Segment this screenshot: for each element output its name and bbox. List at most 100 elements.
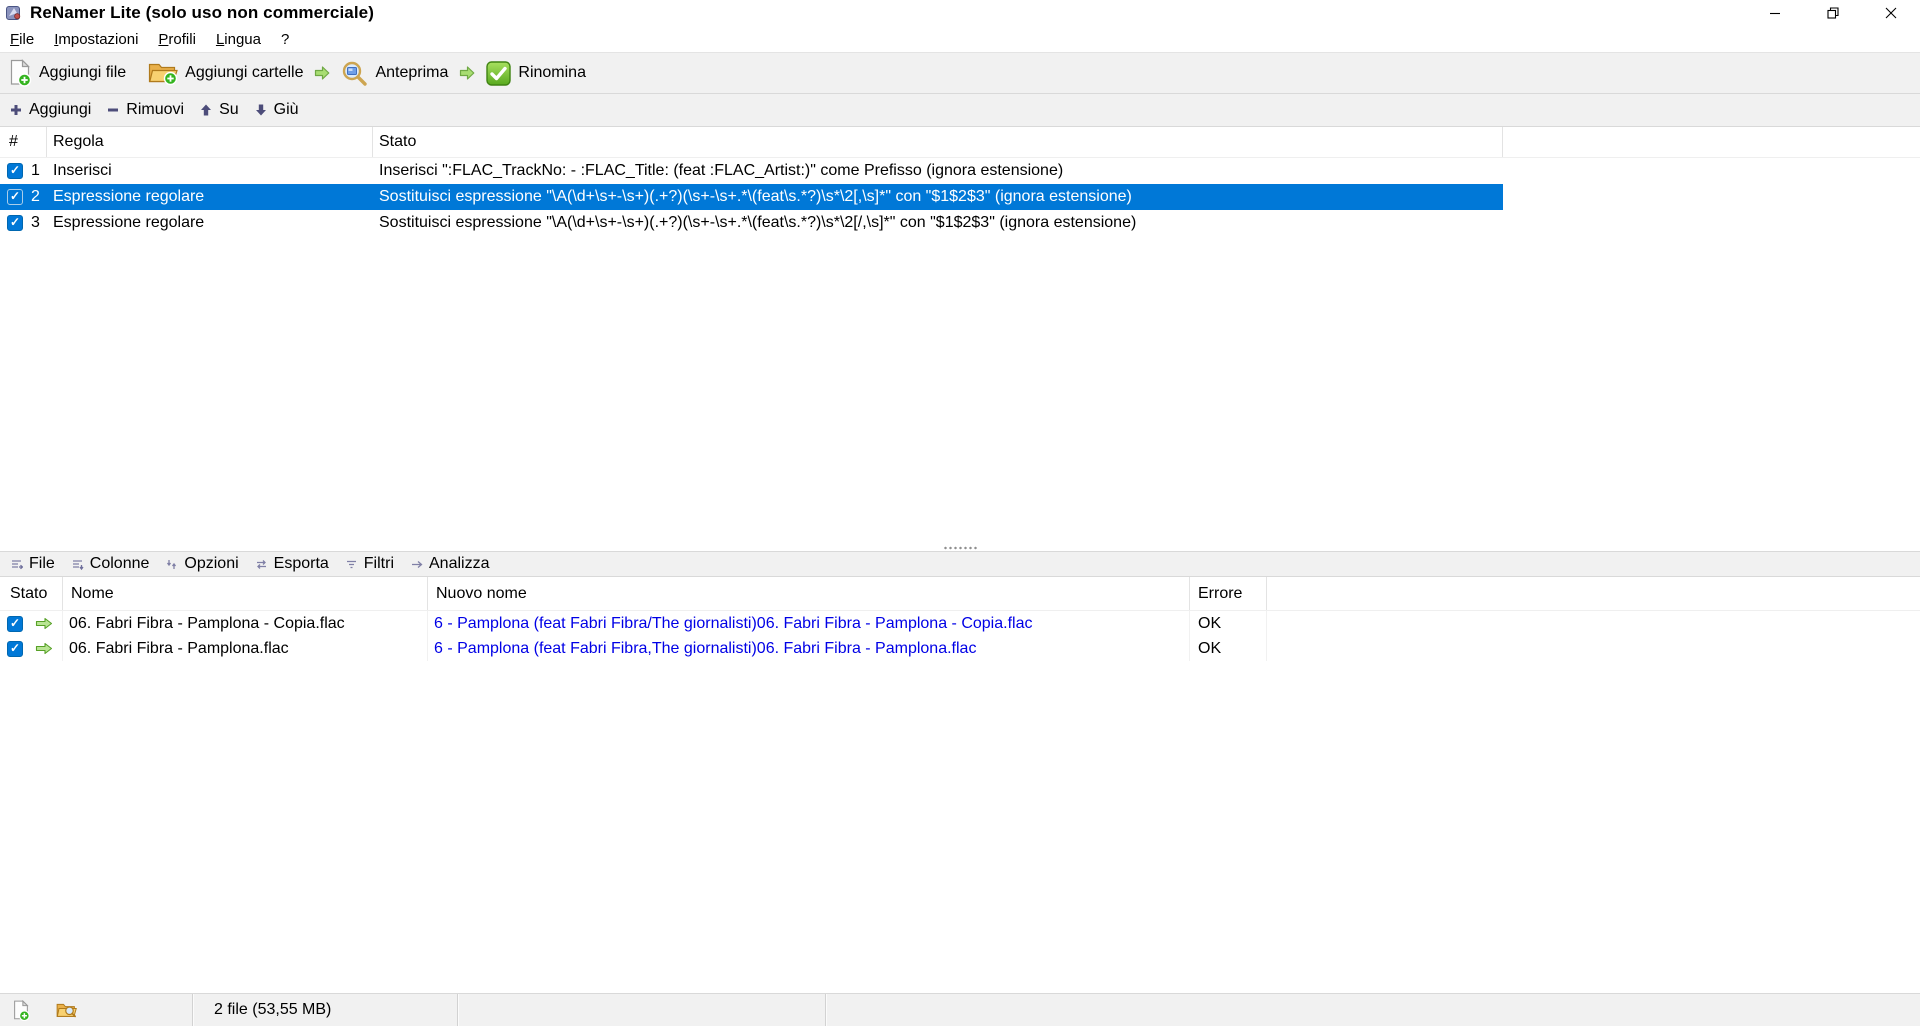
options-menu-icon (165, 558, 178, 571)
rule-checkbox[interactable] (7, 163, 23, 179)
minimize-button[interactable] (1746, 0, 1804, 26)
file-name: 06. Fabri Fibra - Pamplona - Copia.flac (63, 611, 428, 636)
file-error: OK (1190, 636, 1267, 661)
rule-name: Inserisci (53, 162, 112, 179)
files-header-filler (1267, 577, 1920, 610)
rule-remove-label: Rimuovi (126, 101, 185, 118)
restore-button[interactable] (1804, 0, 1862, 26)
statusbar-summary-pane: 2 file (53,55 MB) (194, 994, 457, 1026)
preview-button[interactable]: Anteprima (335, 56, 454, 91)
rule-down-button[interactable]: Giù (247, 97, 307, 123)
rule-status: Inserisci ":FLAC_TrackNo: - :FLAC_Title:… (379, 162, 1064, 179)
files-menu-opzioni-button[interactable]: Opzioni (157, 553, 246, 575)
rule-number: 3 (31, 214, 40, 231)
rename-label: Rinomina (518, 64, 586, 81)
add-folder-icon (148, 60, 178, 86)
rules-col-status[interactable]: Stato (373, 127, 1503, 157)
files-menu-file-button[interactable]: File (2, 553, 63, 575)
rules-col-num[interactable]: # (0, 127, 47, 157)
rule-name: Espressione regolare (53, 214, 205, 231)
columns-menu-icon (71, 558, 84, 571)
rule-row-selected[interactable]: 2 Espressione regolare Sostituisci espre… (0, 184, 1503, 210)
file-new-name: 6 - Pamplona (feat Fabri Fibra/The giorn… (428, 611, 1190, 636)
arrow-down-icon (255, 104, 267, 116)
file-row[interactable]: 06. Fabri Fibra - Pamplona.flac 6 - Pamp… (0, 636, 1920, 661)
statusbar: 2 file (53,55 MB) (0, 993, 1920, 1026)
files-menu-colonne-label: Colonne (89, 555, 150, 572)
rules-col-rule[interactable]: Regola (47, 127, 373, 157)
rename-check-icon (486, 60, 512, 86)
preview-magnifier-icon (341, 60, 368, 87)
preview-label: Anteprima (375, 64, 449, 81)
file-checkbox[interactable] (7, 615, 23, 632)
statusbar-separator (825, 994, 827, 1026)
flow-arrow-icon (313, 64, 331, 82)
rule-remove-button[interactable]: Rimuovi (99, 97, 192, 123)
files-menu-filtri-label: Filtri (363, 555, 394, 572)
rule-add-label: Aggiungi (29, 101, 92, 118)
files-col-nome[interactable]: Nome (63, 577, 428, 610)
file-menu-icon (10, 558, 23, 571)
statusbar-empty-pane (459, 994, 825, 1026)
rule-checkbox[interactable] (7, 215, 23, 231)
rename-status-arrow-icon (35, 642, 53, 655)
window-controls (1746, 0, 1920, 26)
search-folder-icon[interactable] (56, 1001, 77, 1019)
window-title: ReNamer Lite (solo uso non commerciale) (30, 3, 374, 22)
minus-icon (107, 104, 119, 116)
add-folders-label: Aggiungi cartelle (185, 64, 304, 81)
files-col-errore[interactable]: Errore (1190, 577, 1267, 610)
filter-menu-icon (345, 558, 358, 571)
analyze-menu-icon (410, 558, 423, 571)
rules-header-filler (1503, 127, 1920, 157)
file-checkbox[interactable] (7, 640, 23, 657)
flow-arrow-icon (458, 64, 476, 82)
rule-row[interactable]: 1 Inserisci Inserisci ":FLAC_TrackNo: - … (0, 158, 1503, 184)
files-menu-esporta-button[interactable]: Esporta (247, 553, 337, 575)
menu-lingua[interactable]: Lingua (206, 28, 271, 51)
rule-up-button[interactable]: Su (192, 97, 247, 123)
rule-down-label: Giù (273, 101, 299, 118)
add-file-small-icon[interactable] (12, 999, 30, 1021)
rule-number: 2 (31, 188, 40, 205)
files-menu-esporta-label: Esporta (273, 555, 329, 572)
rule-row[interactable]: 3 Espressione regolare Sostituisci espre… (0, 210, 1503, 236)
files-col-nuovo-nome[interactable]: Nuovo nome (428, 577, 1190, 610)
menu-help[interactable]: ? (271, 28, 299, 51)
file-row[interactable]: 06. Fabri Fibra - Pamplona - Copia.flac … (0, 611, 1920, 636)
file-error: OK (1190, 611, 1267, 636)
splitter-grip-icon (943, 546, 977, 550)
close-button[interactable] (1862, 0, 1920, 26)
rule-number: 1 (31, 162, 40, 179)
menu-impostazioni[interactable]: Impostazioni (44, 28, 148, 51)
rule-status: Sostituisci espressione "\A(\d+\s+-\s+)(… (379, 214, 1137, 231)
rule-add-button[interactable]: Aggiungi (2, 97, 99, 123)
menu-profili[interactable]: Profili (148, 28, 206, 51)
files-toolbar: File Colonne Opzioni Esporta Filtri Anal… (0, 551, 1920, 577)
file-count-summary: 2 file (53,55 MB) (214, 1001, 332, 1018)
menu-file[interactable]: File (0, 28, 44, 51)
app-icon (5, 4, 23, 22)
arrow-up-icon (200, 104, 212, 116)
add-files-button[interactable]: Aggiungi file (2, 55, 132, 91)
rename-button[interactable]: Rinomina (480, 57, 592, 90)
files-menu-colonne-button[interactable]: Colonne (63, 553, 158, 575)
files-menu-analizza-button[interactable]: Analizza (402, 553, 497, 575)
titlebar: ReNamer Lite (solo uso non commerciale) (0, 0, 1920, 26)
files-col-stato[interactable]: Stato (0, 577, 63, 610)
rule-checkbox[interactable] (7, 189, 23, 205)
add-file-icon (8, 59, 32, 87)
row-filler (1267, 611, 1920, 636)
rules-toolbar: Aggiungi Rimuovi Su Giù (0, 93, 1920, 127)
add-folders-button[interactable]: Aggiungi cartelle (142, 56, 309, 90)
files-menu-file-label: File (29, 555, 55, 572)
rule-up-label: Su (219, 101, 239, 118)
rule-status: Sostituisci espressione "\A(\d+\s+-\s+)(… (379, 188, 1132, 205)
restore-icon (1827, 7, 1839, 19)
files-menu-opzioni-label: Opzioni (184, 555, 239, 572)
row-filler (1267, 636, 1920, 661)
rule-name: Espressione regolare (53, 188, 205, 205)
files-panel: Stato Nome Nuovo nome Errore 06. Fabri F… (0, 577, 1920, 993)
plus-icon (10, 104, 22, 116)
files-menu-filtri-button[interactable]: Filtri (337, 553, 402, 575)
